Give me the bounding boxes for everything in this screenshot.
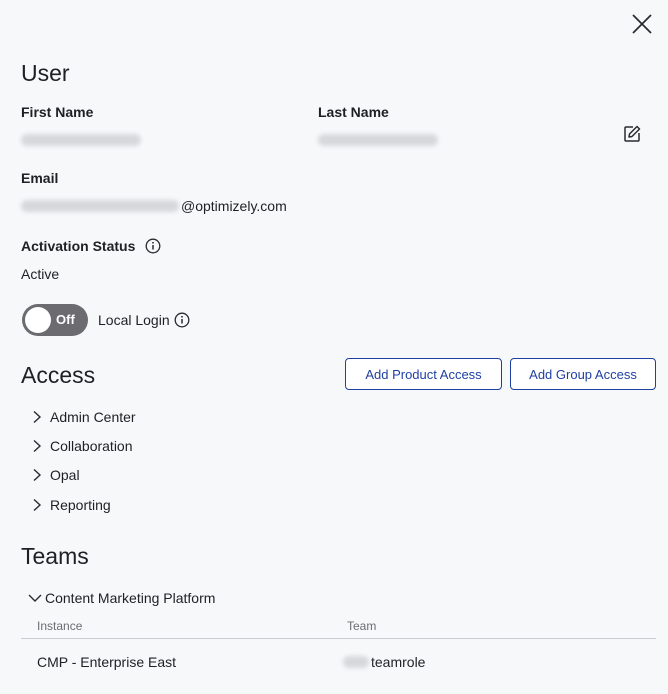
edit-icon: [624, 125, 641, 142]
last-name-value: [318, 131, 438, 149]
edit-button[interactable]: [622, 124, 642, 144]
activation-status-label: Activation Status: [21, 238, 136, 254]
info-icon[interactable]: [174, 312, 190, 328]
team-value: teamrole: [371, 654, 426, 670]
table-row-team: teamrole: [343, 654, 425, 670]
access-item-admin-center[interactable]: Admin Center: [30, 407, 136, 427]
column-header-instance: Instance: [37, 619, 83, 633]
email-value: @optimizely.com: [21, 198, 287, 214]
teams-group-label: Content Marketing Platform: [45, 590, 216, 606]
add-group-access-button[interactable]: Add Group Access: [510, 358, 656, 390]
chevron-right-icon: [33, 439, 42, 453]
info-icon[interactable]: [145, 238, 161, 254]
toggle-state-label: Off: [56, 312, 75, 327]
access-item-label: Reporting: [50, 497, 111, 513]
local-login-toggle[interactable]: Off: [22, 304, 88, 336]
chevron-right-icon: [33, 468, 42, 482]
access-item-label: Opal: [50, 467, 80, 483]
access-item-reporting[interactable]: Reporting: [30, 495, 111, 515]
activation-status-value: Active: [21, 266, 60, 282]
column-header-team: Team: [347, 619, 377, 633]
table-row-instance: CMP - Enterprise East: [37, 654, 177, 670]
activation-status-row: Activation Status: [21, 238, 161, 254]
last-name-label: Last Name: [318, 104, 389, 120]
user-section-title: User: [21, 60, 70, 86]
first-name-label: First Name: [21, 104, 94, 120]
local-login-row: Local Login: [98, 312, 190, 328]
email-domain: @optimizely.com: [181, 198, 287, 214]
email-label: Email: [21, 170, 59, 186]
add-product-access-button[interactable]: Add Product Access: [345, 358, 502, 390]
access-item-collaboration[interactable]: Collaboration: [30, 436, 133, 456]
first-name-value: [21, 131, 141, 149]
user-details-panel: User First Name Last Name Email @optimiz…: [0, 0, 668, 694]
teams-section-title: Teams: [21, 543, 89, 569]
local-login-label: Local Login: [98, 312, 170, 328]
teams-group-content-marketing-platform[interactable]: Content Marketing Platform: [27, 588, 215, 608]
close-button[interactable]: [628, 10, 656, 38]
access-item-label: Admin Center: [50, 409, 136, 425]
access-item-label: Collaboration: [50, 438, 133, 454]
chevron-down-icon: [28, 594, 42, 602]
access-item-opal[interactable]: Opal: [30, 465, 80, 485]
table-divider: [21, 638, 656, 639]
access-section-title: Access: [21, 362, 96, 388]
chevron-right-icon: [33, 498, 42, 512]
chevron-right-icon: [33, 410, 42, 424]
close-icon: [632, 14, 652, 34]
toggle-knob: [25, 307, 51, 333]
